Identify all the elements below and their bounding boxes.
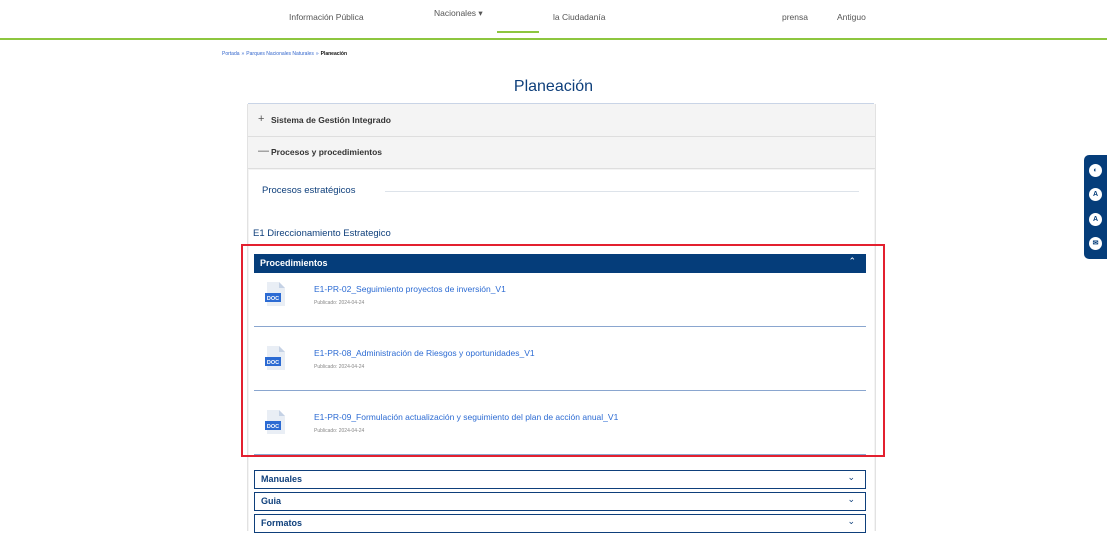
breadcrumb-current: Planeación [320, 51, 348, 57]
guia-header[interactable]: Guia ⌄ [254, 492, 866, 511]
breadcrumb-separator: » [315, 51, 319, 57]
formatos-header[interactable]: Formatos ⌄ [254, 514, 866, 533]
accordion-sistema-gestion[interactable]: + Sistema de Gestión Integrado [248, 104, 875, 137]
top-navigation: Información Pública Nacionales ▾ la Ciud… [0, 0, 1107, 40]
nav-active-indicator [497, 31, 539, 33]
guia-label: Guia [261, 496, 282, 506]
breadcrumb-parent[interactable]: Parques Nacionales Naturales [246, 51, 314, 57]
collapse-icon: — [258, 145, 269, 157]
nav-nacionales[interactable]: Nacionales ▾ [434, 8, 483, 19]
nav-antiguo[interactable]: Antiguo [837, 12, 866, 22]
highlight-box [241, 244, 885, 457]
contrast-icon[interactable]: ◐ [1089, 164, 1102, 177]
accordion-procesos-procedimientos[interactable]: — Procesos y procedimientos [248, 136, 875, 169]
breadcrumb: Portada» Parques Nacionales Naturales» Pla… [222, 51, 347, 57]
nav-informacion-publica[interactable]: Información Pública [289, 12, 364, 22]
expand-icon: + [258, 113, 265, 125]
page-title: Planeación [513, 78, 594, 95]
section-title: Procesos estratégicos [262, 185, 356, 196]
chevron-down-icon: ⌄ [847, 516, 855, 526]
accordion-label: Sistema de Gestión Integrado [271, 115, 391, 125]
manuales-header[interactable]: Manuales ⌄ [254, 470, 866, 489]
group-title: E1 Direccionamiento Estrategico [253, 228, 391, 239]
chat-icon[interactable]: ✉ [1089, 237, 1102, 250]
nav-ciudadania[interactable]: la Ciudadanía [553, 12, 605, 22]
chevron-down-icon: ⌄ [847, 494, 855, 504]
breadcrumb-separator: » [241, 51, 245, 57]
nav-prensa[interactable]: prensa [782, 12, 808, 22]
chevron-down-icon: ⌄ [847, 472, 855, 482]
font-decrease-icon[interactable]: A [1089, 213, 1102, 226]
font-increase-icon[interactable]: A [1089, 188, 1102, 201]
manuales-label: Manuales [261, 474, 303, 484]
breadcrumb-home[interactable]: Portada [222, 51, 240, 57]
formatos-label: Formatos [261, 518, 303, 528]
section-divider [385, 191, 859, 192]
accordion-label: Procesos y procedimientos [271, 147, 383, 157]
accessibility-toolbar: ◐ A A ✉ [1084, 155, 1107, 259]
